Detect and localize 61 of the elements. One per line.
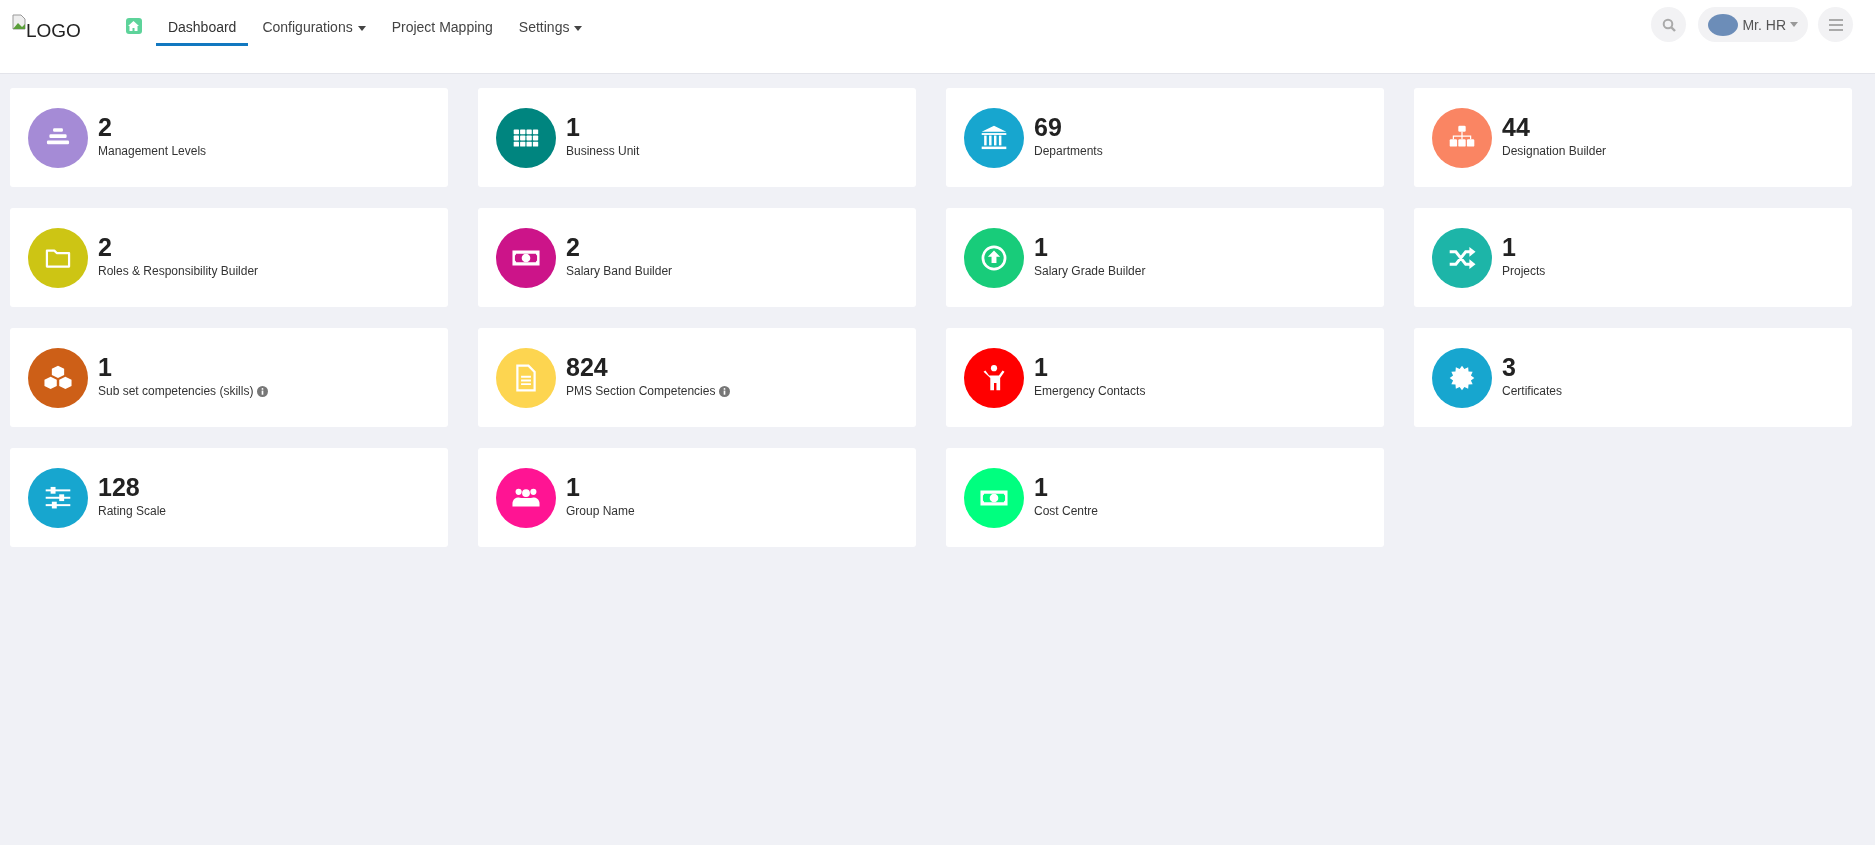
stat-count: 1 [566,113,581,141]
user-menu[interactable]: Mr. HR [1698,7,1808,42]
stat-label: Departments [1034,144,1103,158]
stat-label: Roles & Responsibility Builder [98,264,259,278]
menu-icon [1828,18,1843,31]
stat-card[interactable]: 824 PMS Section Competencies [478,328,916,427]
stat-count: 3 [1502,353,1517,381]
stat-label: Cost Centre [1034,504,1099,518]
stat-card[interactable]: 2 Management Levels [10,88,448,187]
logo-alt-text: LOGO [26,19,81,42]
stat-label: Salary Grade Builder [1034,264,1146,278]
stat-count: 1 [1034,233,1049,261]
stat-count: 128 [98,473,141,501]
stat-count: 1 [566,473,581,501]
stat-card[interactable]: 44 Designation Builder [1414,88,1852,187]
stat-card[interactable]: 1 Group Name [478,448,916,547]
nav-tab[interactable]: Configurations [250,0,378,46]
stat-label: Projects [1502,264,1546,278]
search-icon [1661,17,1676,32]
stat-count: 2 [98,233,113,261]
stat-label: Salary Band Builder [566,264,673,278]
stat-card[interactable]: 128 Rating Scale [10,448,448,547]
stat-label: Management Levels [98,144,207,158]
stat-card[interactable]: 1 Business Unit [478,88,916,187]
broken-image-icon [12,13,26,30]
stat-card[interactable]: 3 Certificates [1414,328,1852,427]
stat-label: Certificates [1502,384,1563,398]
stat-count: 69 [1034,113,1063,141]
nav-tab[interactable]: Dashboard [155,0,249,46]
stat-card[interactable]: 1 Projects [1414,208,1852,307]
avatar-photo-placeholder [1708,13,1739,36]
caret-icon [1790,22,1798,27]
stat-count: 1 [1502,233,1517,261]
stat-card[interactable]: 1 Sub set competencies (skills) [10,328,448,427]
stat-label: Group Name [566,504,635,518]
home-button[interactable] [125,17,142,34]
info-icon[interactable] [257,385,269,397]
stat-card[interactable]: 1 Emergency Contacts [946,328,1384,427]
stat-label: Business Unit [566,144,640,158]
stat-label: Rating Scale [98,504,167,518]
stat-count: 824 [566,353,609,381]
stat-card[interactable]: 2 Roles & Responsibility Builder [10,208,448,307]
stat-count: 1 [1034,353,1049,381]
menu-button[interactable] [1818,7,1853,42]
stat-count: 2 [566,233,581,261]
stat-label: Emergency Contacts [1034,384,1146,398]
stat-count: 44 [1502,113,1531,141]
stat-count: 2 [98,113,113,141]
stat-card[interactable]: 2 Salary Band Builder [478,208,916,307]
nav-tab[interactable]: Project Mapping [379,0,505,46]
stat-label: Sub set competencies (skills) [98,384,254,398]
stat-label: Designation Builder [1502,144,1607,158]
stat-count: 1 [98,353,113,381]
info-icon[interactable] [719,385,731,397]
stat-count: 1 [1034,473,1049,501]
search-button[interactable] [1651,7,1687,42]
nav-tab[interactable]: Settings [506,0,595,46]
stat-card[interactable]: 69 Departments [946,88,1384,187]
stat-card[interactable]: 1 Cost Centre [946,448,1384,547]
stat-card[interactable]: 1 Salary Grade Builder [946,208,1384,307]
stat-label: PMS Section Competencies [566,384,716,398]
